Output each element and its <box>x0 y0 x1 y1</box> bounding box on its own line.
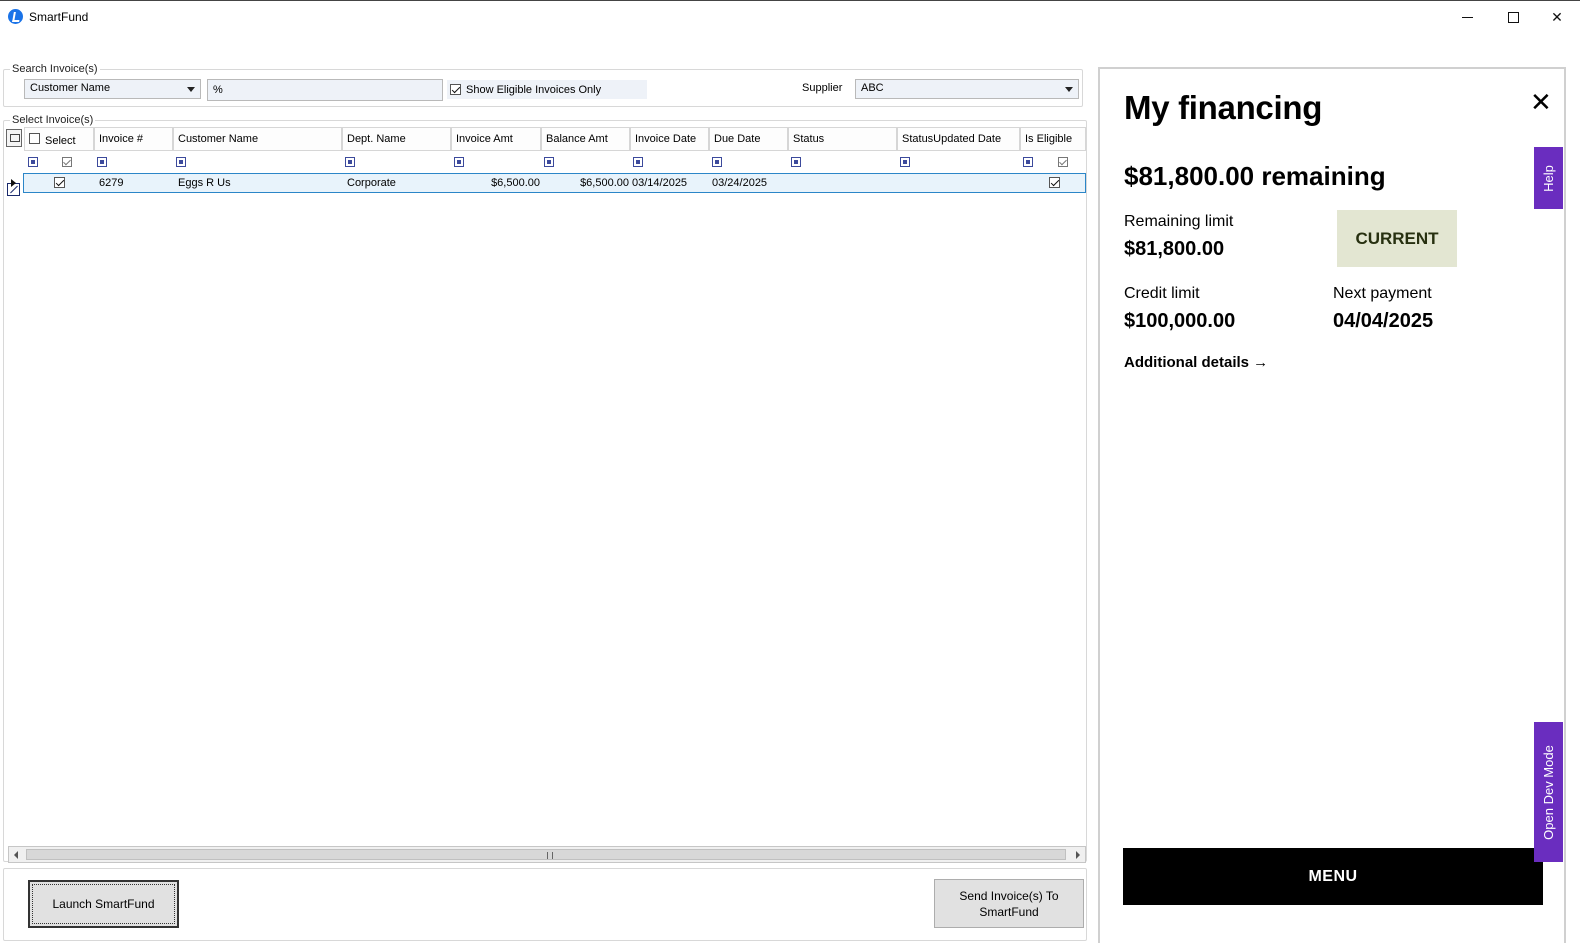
remaining-headline: $81,800.00 remaining <box>1124 161 1386 191</box>
chevron-down-icon <box>1065 87 1073 92</box>
supplier-label: Supplier <box>802 82 843 94</box>
table-row-body[interactable]: 6279 Eggs R Us Corporate $6,500.00 $6,50… <box>23 173 1086 193</box>
grid-header: Select Invoice # Customer Name Dept. Nam… <box>4 125 1086 151</box>
remaining-limit-label: Remaining limit <box>1124 213 1234 230</box>
cell-customer: Eggs R Us <box>178 177 231 189</box>
scroll-left-icon[interactable] <box>9 847 25 862</box>
supplier-value: ABC <box>861 82 884 94</box>
scroll-right-icon[interactable] <box>1069 847 1085 862</box>
column-header-invoice-date[interactable]: Invoice Date <box>630 127 709 151</box>
credit-limit-label: Credit limit <box>1124 285 1200 302</box>
supplier-select[interactable]: ABC <box>855 79 1079 99</box>
column-header-dept[interactable]: Dept. Name <box>342 127 451 151</box>
minimize-button[interactable] <box>1444 1 1490 33</box>
additional-details-link[interactable]: Additional details → <box>1124 354 1268 371</box>
smartfund-logo-icon <box>8 9 23 24</box>
filter-icon[interactable] <box>97 157 107 167</box>
filter-row <box>4 153 1086 196</box>
launch-smartfund-button[interactable]: Launch SmartFund <box>28 880 179 928</box>
cell-balance-amt: $6,500.00 <box>580 177 629 189</box>
horizontal-scrollbar[interactable] <box>8 846 1086 863</box>
cell-invoice: 6279 <box>99 177 124 189</box>
cell-due-date: 03/24/2025 <box>712 177 768 189</box>
filter-icon[interactable] <box>900 157 910 167</box>
cell-dept: Corporate <box>347 177 396 189</box>
help-tab-label: Help <box>1541 164 1556 192</box>
filter-icon[interactable] <box>176 157 186 167</box>
status-badge: CURRENT <box>1337 210 1457 267</box>
filter-icon[interactable] <box>791 157 801 167</box>
next-payment-label: Next payment <box>1333 285 1432 302</box>
dev-tab-label: Open Dev Mode <box>1541 744 1557 840</box>
column-header-invoice-amt[interactable]: Invoice Amt <box>451 127 541 151</box>
filter-icon[interactable] <box>454 157 464 167</box>
filter-icon[interactable] <box>1023 157 1033 167</box>
row-indicator-icon <box>4 173 22 193</box>
select-all-checkbox[interactable] <box>29 133 40 144</box>
eligible-only-checkbox[interactable]: Show Eligible Invoices Only <box>447 80 647 99</box>
search-group: Search Invoice(s) Customer Name Show Eli… <box>3 63 1083 107</box>
help-tab[interactable]: Help <box>1534 147 1563 209</box>
filter-icon[interactable] <box>633 157 643 167</box>
close-icon: ✕ <box>1551 8 1563 25</box>
credit-limit-value: $100,000.00 <box>1124 310 1236 332</box>
send-invoices-button[interactable]: Send Invoice(s) To SmartFund <box>934 879 1084 928</box>
checkbox-checked-icon <box>54 177 65 188</box>
panel-close-button[interactable]: ✕ <box>1530 87 1552 118</box>
invoice-area: Search Invoice(s) Customer Name Show Eli… <box>0 32 1092 943</box>
window-title: SmartFund <box>29 10 89 24</box>
filter-icon[interactable] <box>28 157 38 167</box>
maximize-button[interactable] <box>1490 1 1536 33</box>
menu-button[interactable]: MENU <box>1123 848 1543 905</box>
column-header-due-date[interactable]: Due Date <box>709 127 788 151</box>
action-bar: Launch SmartFund Send Invoice(s) To Smar… <box>3 868 1087 941</box>
search-group-label: Search Invoice(s) <box>10 63 100 75</box>
column-header-is-eligible[interactable]: Is Eligible <box>1020 127 1086 151</box>
cell-invoice-amt: $6,500.00 <box>491 177 540 189</box>
checkbox-checked-icon <box>1049 177 1060 188</box>
column-header-status[interactable]: Status <box>788 127 897 151</box>
scrollbar-thumb[interactable] <box>26 849 1066 860</box>
panel-title: My financing <box>1124 89 1323 126</box>
minimize-icon <box>1461 16 1473 18</box>
open-dev-mode-tab[interactable]: Open Dev Mode <box>1534 722 1563 862</box>
chevron-down-icon <box>187 87 195 92</box>
close-icon: ✕ <box>1530 87 1552 117</box>
filter-icon[interactable] <box>544 157 554 167</box>
column-header-invoice[interactable]: Invoice # <box>94 127 173 151</box>
filter-icon[interactable] <box>345 157 355 167</box>
search-field-value: Customer Name <box>30 82 111 94</box>
invoice-grid-group: Select Invoice(s) Select Invoice # Custo… <box>3 114 1087 862</box>
filter-checkbox-icon[interactable] <box>62 157 72 167</box>
column-chooser-icon[interactable] <box>6 129 22 147</box>
invoice-grid: Select Invoice # Customer Name Dept. Nam… <box>4 125 1086 862</box>
column-header-select[interactable]: Select <box>24 127 94 151</box>
financing-panel: My financing ✕ $81,800.00 remaining Rema… <box>1098 67 1566 943</box>
checkbox-checked-icon <box>450 84 461 95</box>
maximize-icon <box>1507 11 1519 23</box>
remaining-limit-value: $81,800.00 <box>1124 238 1225 260</box>
window-close-button[interactable]: ✕ <box>1534 1 1580 33</box>
column-header-balance-amt[interactable]: Balance Amt <box>541 127 630 151</box>
table-row[interactable]: 6279 Eggs R Us Corporate $6,500.00 $6,50… <box>4 173 1086 193</box>
title-bar: SmartFund ✕ <box>0 0 1580 32</box>
search-field-select[interactable]: Customer Name <box>24 79 201 99</box>
filter-checkbox-icon[interactable] <box>1058 157 1068 167</box>
next-payment-value: 04/04/2025 <box>1333 310 1434 332</box>
grip-icon <box>547 852 553 859</box>
row-eligible-checkbox <box>1049 177 1065 191</box>
cell-invoice-date: 03/14/2025 <box>632 177 688 189</box>
search-input[interactable] <box>207 79 443 101</box>
filter-icon[interactable] <box>712 157 722 167</box>
row-select-checkbox[interactable] <box>54 177 70 191</box>
column-header-customer[interactable]: Customer Name <box>173 127 342 151</box>
eligible-only-label: Show Eligible Invoices Only <box>466 83 602 96</box>
column-header-status-updated[interactable]: StatusUpdated Date <box>897 127 1020 151</box>
